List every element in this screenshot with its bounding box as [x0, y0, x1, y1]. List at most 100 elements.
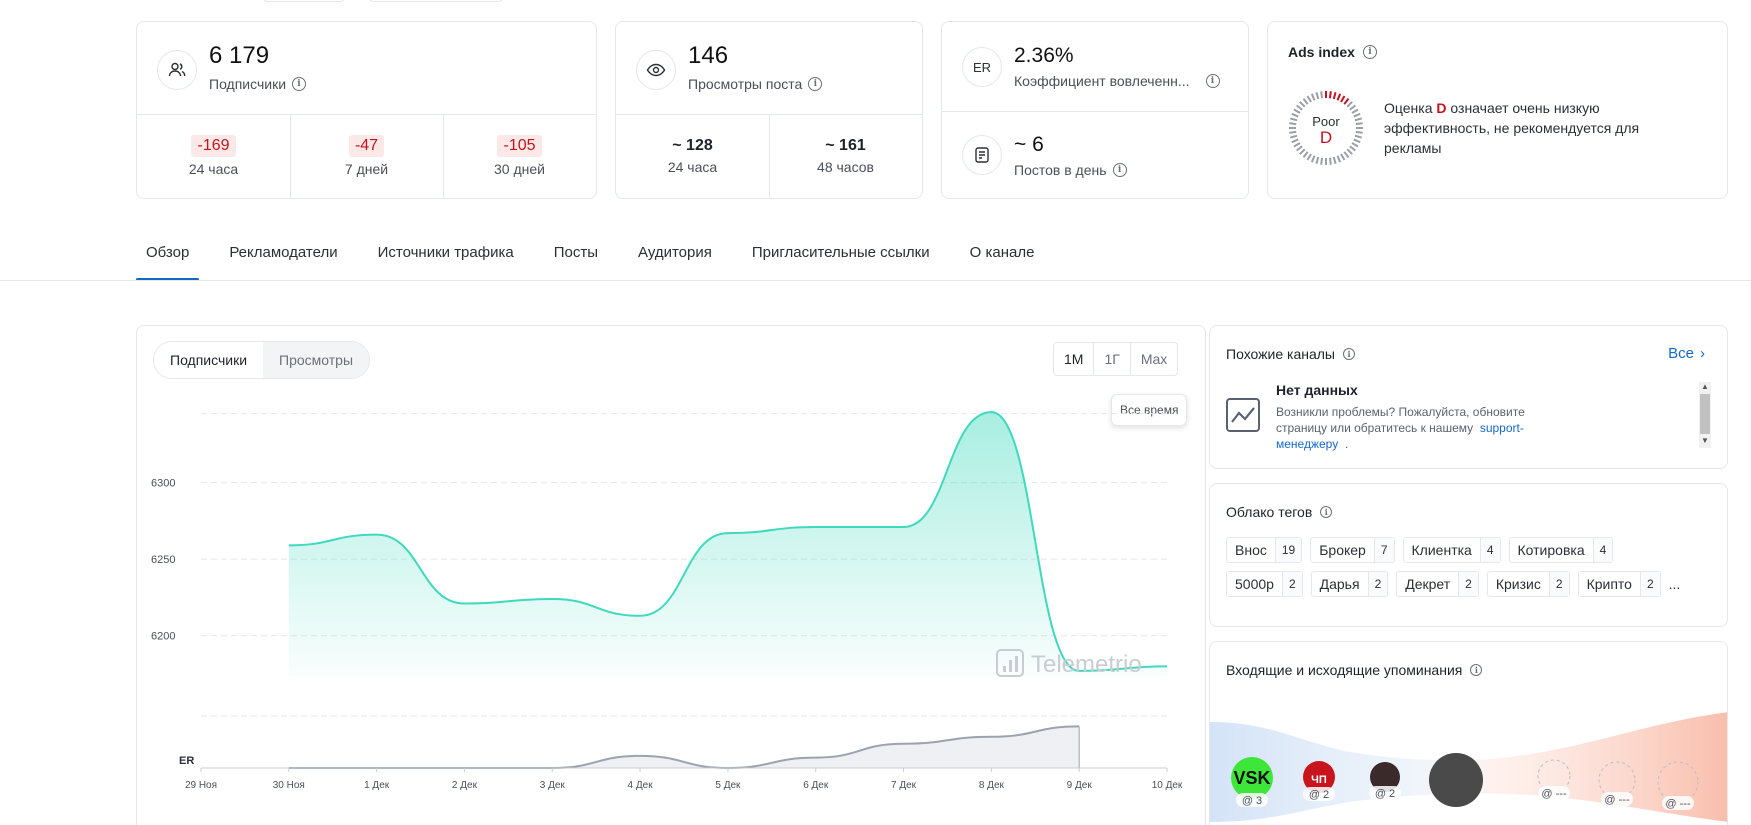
- tag-chip[interactable]: Кризис 2: [1486, 571, 1570, 597]
- all-link-text[interactable]: Все: [1668, 345, 1694, 362]
- info-icon[interactable]: i: [292, 77, 307, 91]
- x-tick-label: 6 Дек: [803, 780, 829, 791]
- tab-audience[interactable]: Аудитория: [628, 232, 722, 279]
- tag-cloud-card: Облако тегов i Внос 19 Брокер 7 Клиентка 4 К…: [1209, 483, 1728, 627]
- tag-label: 5000р: [1235, 576, 1274, 592]
- tags-title-text: Облако тегов: [1226, 504, 1313, 520]
- views-label: Просмотры поста i: [688, 76, 823, 92]
- gauge-tick: [1332, 156, 1337, 164]
- tag-chip[interactable]: Декрет 2: [1396, 571, 1479, 597]
- top-pill-1: [262, 0, 346, 2]
- mentions-title: Входящие и исходящие упоминания i: [1226, 662, 1483, 678]
- similar-empty-text: Возникли проблемы? Пожалуйста, обновите …: [1276, 404, 1546, 452]
- info-icon[interactable]: i: [1470, 664, 1483, 676]
- gauge-tick: [1306, 153, 1312, 161]
- gauge-tick: [1302, 98, 1309, 105]
- period-label: 48 часов: [817, 159, 874, 175]
- info-icon[interactable]: i: [1362, 45, 1377, 59]
- tag-label: Дарья: [1319, 576, 1360, 592]
- tab-overview[interactable]: Обзор: [136, 232, 200, 281]
- er-label-text: Коэффициент вовлеченн...: [1014, 73, 1190, 89]
- x-tick-label: 5 Дек: [715, 780, 741, 791]
- eye-icon: [636, 50, 676, 90]
- scroll-up-arrow[interactable]: ▲: [1699, 382, 1711, 392]
- x-tick-label: 3 Дек: [540, 780, 566, 791]
- scroll-down-arrow[interactable]: ▼: [1699, 436, 1711, 446]
- tag-label: Кризис: [1495, 576, 1541, 592]
- sub-delta-7d: -47 7 дней: [290, 114, 443, 198]
- tag-chip[interactable]: 5000р 2: [1226, 571, 1303, 597]
- watermark-bar: [1015, 656, 1018, 672]
- tag-label: Котировка: [1517, 542, 1585, 558]
- info-icon[interactable]: i: [1205, 74, 1220, 88]
- subscribers-label: Подписчики i: [209, 76, 307, 92]
- mention-avatar-label: VSK: [1233, 768, 1270, 788]
- ads-index-title-text: Ads index: [1288, 44, 1355, 60]
- views-value-48h: ~ 161: [825, 137, 866, 154]
- info-icon[interactable]: i: [1112, 163, 1127, 177]
- chart-panel: Подписчики Просмотры 1М 1Г Max Все время…: [136, 325, 1206, 825]
- er-label: Коэффициент вовлеченн... i: [1014, 73, 1220, 89]
- tags-title: Облако тегов i: [1226, 504, 1333, 520]
- mention-count: @ ---: [1665, 798, 1691, 810]
- mention-avatar-label: ЧП: [1311, 774, 1327, 786]
- gauge-tick: [1293, 108, 1301, 114]
- tag-label: Декрет: [1405, 576, 1451, 592]
- scrollbar-thumb[interactable]: [1700, 394, 1710, 434]
- er-icon: ER: [962, 47, 1002, 87]
- gauge-tick: [1343, 98, 1350, 105]
- info-icon[interactable]: i: [1343, 348, 1355, 360]
- posts-per-day-label-text: Постов в день: [1014, 162, 1107, 178]
- mention-count: @ 2: [1309, 789, 1329, 801]
- tags-more[interactable]: ...: [1669, 576, 1681, 592]
- gauge-tick: [1306, 95, 1312, 103]
- x-tick-label: 7 Дек: [891, 780, 917, 791]
- tab-advertisers[interactable]: Рекламодатели: [219, 232, 347, 279]
- views-value-24h: ~ 128: [672, 137, 713, 154]
- empty-end: .: [1344, 437, 1349, 451]
- gauge-tick: [1315, 156, 1320, 164]
- info-icon[interactable]: i: [808, 77, 823, 91]
- channel-tabs: Обзор Рекламодатели Источники трафика По…: [136, 232, 1064, 281]
- mention-count: @ ---: [1604, 794, 1630, 806]
- views-value: 146: [688, 42, 729, 69]
- info-icon[interactable]: i: [1320, 506, 1333, 518]
- x-tick-label: 30 Ноя: [273, 780, 305, 791]
- period-label: 24 часа: [667, 159, 718, 175]
- tag-row-1: Внос 19 Брокер 7 Клиентка 4 Котировка 4: [1226, 537, 1621, 563]
- tag-count: 2: [1367, 572, 1388, 596]
- similar-all-link[interactable]: Все ›: [1668, 345, 1705, 362]
- chart-placeholder-icon: [1226, 398, 1260, 432]
- tag-chip[interactable]: Клиентка 4: [1402, 537, 1501, 563]
- tab-posts[interactable]: Посты: [544, 232, 608, 279]
- gauge-tick: [1351, 108, 1359, 114]
- er-label: ER: [179, 755, 194, 767]
- tag-chip[interactable]: Дарья 2: [1310, 571, 1389, 597]
- gauge-tick: [1349, 104, 1356, 111]
- tag-count: 7: [1373, 538, 1394, 562]
- tag-chip[interactable]: Брокер 7: [1310, 537, 1395, 563]
- tag-label: Крипто: [1586, 576, 1632, 592]
- y-tick-label: 6300: [151, 478, 175, 490]
- tag-chip[interactable]: Котировка 4: [1508, 537, 1614, 563]
- gauge-tick: [1340, 95, 1346, 103]
- tab-about[interactable]: О канале: [960, 232, 1045, 279]
- gauge-tick: [1340, 153, 1346, 161]
- ads-desc-prefix: Оценка: [1384, 100, 1437, 116]
- tag-count: 2: [1548, 572, 1569, 596]
- sub-delta-24h: -169 24 часа: [137, 114, 290, 198]
- x-tick-label: 10 Дек: [1152, 780, 1183, 791]
- tab-invite-links[interactable]: Пригласительные ссылки: [742, 232, 940, 279]
- delta-badge: -169: [191, 135, 236, 157]
- subscribers-card: 6 179 Подписчики i -169 24 часа -47 7 дне…: [136, 21, 597, 199]
- ads-index-card: Ads index i Poor D Оценка D означает очен…: [1267, 21, 1728, 199]
- chevron-right-icon: ›: [1700, 345, 1705, 362]
- mentions-flow: VSK @ 3 ЧП @ 2 @ 2 @ --- @ --- @ ---: [1210, 712, 1727, 822]
- tab-traffic-sources[interactable]: Источники трафика: [368, 232, 524, 279]
- tag-chip[interactable]: Крипто 2: [1577, 571, 1661, 597]
- tag-count: 2: [1281, 572, 1302, 596]
- tag-chip[interactable]: Внос 19: [1226, 537, 1303, 563]
- y-tick-label: 6250: [151, 554, 175, 566]
- tag-label: Брокер: [1319, 542, 1366, 558]
- scrollbar[interactable]: ▲ ▼: [1699, 382, 1711, 448]
